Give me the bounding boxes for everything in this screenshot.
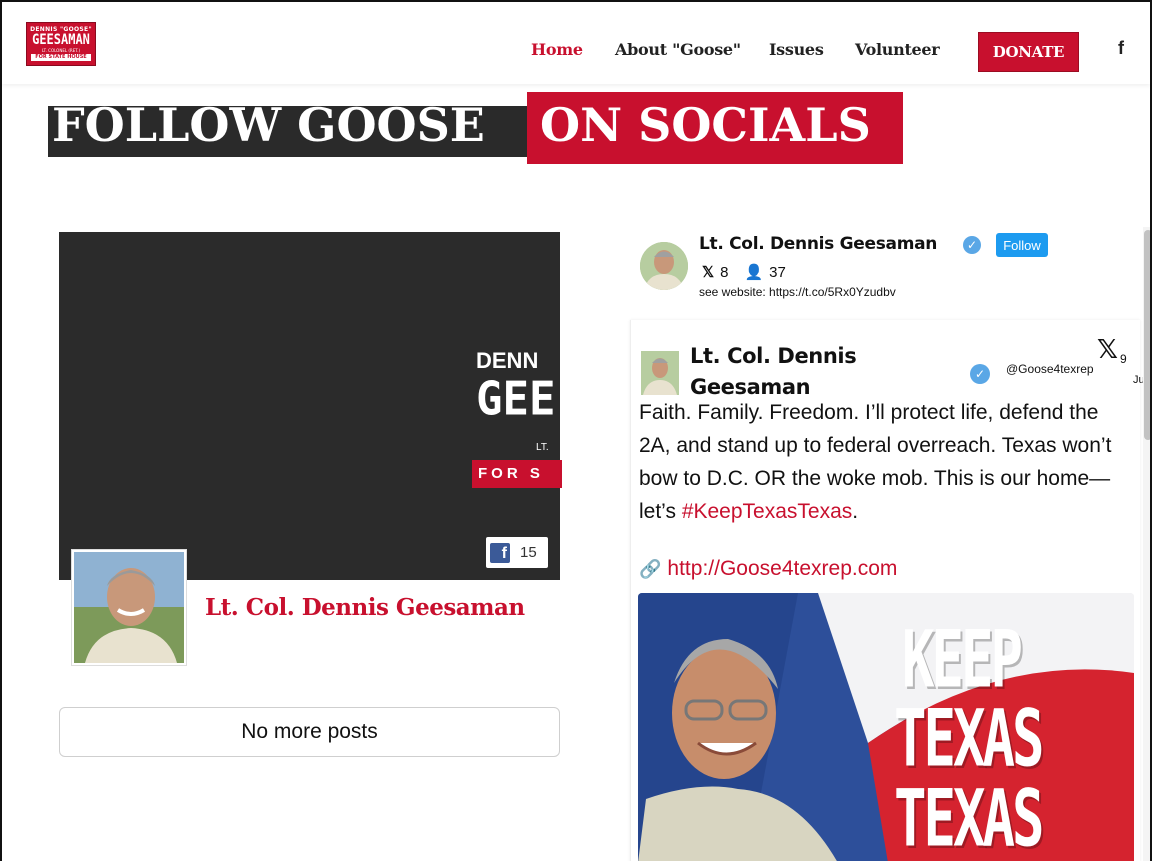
logo-line4: FOR STATE HOUSE bbox=[31, 54, 91, 61]
logo-line3: LT. COLONEL (RET.) bbox=[41, 48, 81, 53]
person-icon: 👤 bbox=[744, 264, 764, 281]
post-author-avatar[interactable] bbox=[641, 351, 679, 395]
x-website-link[interactable]: see website: https://t.co/5Rx0Yzudbv bbox=[699, 285, 896, 299]
nav-home[interactable]: Home bbox=[531, 40, 583, 59]
site-header: DENNIS "GOOSE" GEESAMAN LT. COLONEL (RET… bbox=[2, 2, 1150, 84]
image-text-texas2: TEXAS bbox=[894, 772, 1045, 861]
donate-button[interactable]: DONATE bbox=[978, 32, 1079, 72]
browser-viewport: DENNIS "GOOSE" GEESAMAN LT. COLONEL (RET… bbox=[0, 0, 1152, 861]
x-avatar-photo bbox=[640, 242, 688, 290]
nav-issues[interactable]: Issues bbox=[769, 40, 824, 59]
post-text-end: . bbox=[852, 500, 859, 523]
image-text-texas1: TEXAS bbox=[894, 692, 1045, 785]
facebook-square-icon: f bbox=[490, 542, 510, 563]
x-posts-count: 8 bbox=[720, 263, 729, 281]
x-profile-name[interactable]: Lt. Col. Dennis Geesaman bbox=[699, 234, 937, 254]
cover-text-line1: DENN bbox=[476, 348, 539, 373]
x-widget-scroll-thumb[interactable] bbox=[1144, 230, 1150, 440]
post-avatar-photo bbox=[641, 351, 679, 395]
facebook-profile-avatar[interactable] bbox=[72, 550, 186, 665]
x-followers-count: 37 bbox=[769, 263, 786, 281]
post-hashtag[interactable]: #KeepTexasTexas bbox=[682, 500, 852, 523]
x-logo-icon: 𝕏 bbox=[702, 264, 715, 281]
post-verified-badge-icon: ✓ bbox=[970, 364, 990, 384]
x-profile-stats: 𝕏8 👤 37 bbox=[702, 263, 786, 282]
post-date-day: 9 bbox=[1120, 352, 1127, 366]
banner-heading-part1: FOLLOW GOOSE bbox=[52, 98, 485, 152]
facebook-icon[interactable]: f bbox=[1118, 38, 1124, 59]
link-chain-icon: 🔗 bbox=[639, 559, 662, 579]
cover-text-line3: LT. bbox=[536, 442, 549, 453]
x-posts-stat: 𝕏8 bbox=[702, 263, 729, 282]
post-body-text: Faith. Family. Freedom. I’ll protect lif… bbox=[639, 396, 1134, 528]
post-website-link[interactable]: 🔗 http://Goose4texrep.com bbox=[639, 557, 897, 581]
post-image-keep-texas-texas[interactable] bbox=[638, 593, 1134, 861]
x-follow-button[interactable]: Follow bbox=[996, 233, 1048, 257]
image-text-keep: KEEP bbox=[902, 613, 1023, 706]
banner-heading-part2: ON SOCIALS bbox=[540, 98, 871, 152]
x-brand-icon[interactable]: 𝕏 bbox=[1097, 335, 1118, 365]
x-followers-stat: 👤 37 bbox=[744, 263, 786, 282]
campaign-logo[interactable]: DENNIS "GOOSE" GEESAMAN LT. COLONEL (RET… bbox=[26, 22, 96, 66]
post-image-graphic bbox=[638, 593, 1134, 861]
post-author-name[interactable]: Lt. Col. Dennis Geesaman bbox=[690, 341, 940, 403]
x-profile-avatar[interactable] bbox=[640, 242, 688, 290]
like-count-value: 15 bbox=[520, 544, 537, 561]
cover-text-line4: FOR S bbox=[472, 460, 562, 488]
nav-about-goose[interactable]: About "Goose" bbox=[615, 40, 741, 59]
no-more-posts-box: No more posts bbox=[59, 707, 560, 757]
verified-badge-icon: ✓ bbox=[963, 236, 981, 254]
facebook-like-count[interactable]: f 15 bbox=[486, 537, 548, 568]
post-link-text: http://Goose4texrep.com bbox=[667, 557, 898, 580]
post-author-handle[interactable]: @Goose4texrep bbox=[1006, 360, 1098, 378]
logo-line2: GEESAMAN bbox=[32, 30, 90, 48]
nav-volunteer[interactable]: Volunteer bbox=[855, 40, 940, 59]
avatar-photo bbox=[74, 552, 184, 663]
facebook-page-name[interactable]: Lt. Col. Dennis Geesaman bbox=[205, 592, 525, 624]
cover-text-line2: GEE bbox=[476, 372, 556, 427]
